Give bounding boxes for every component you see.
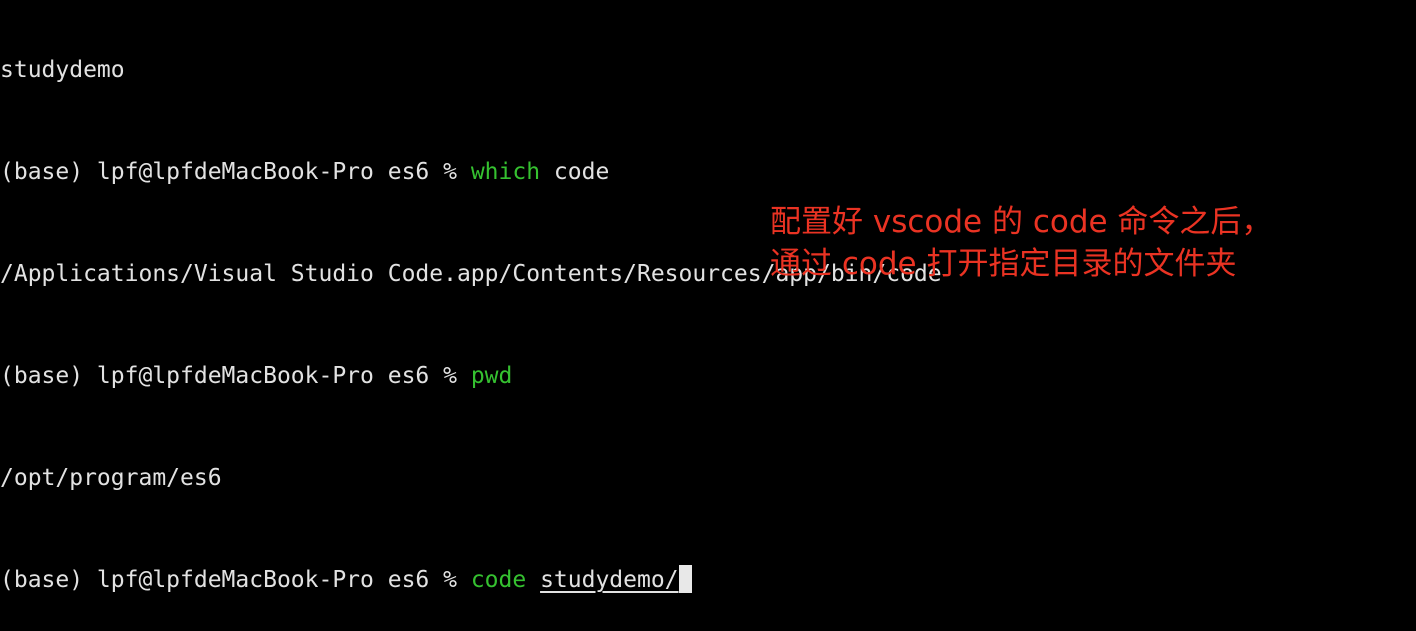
prompt-text: (base) lpf@lpfdeMacBook-Pro es6 % [0,363,471,389]
command-args-space [526,567,540,593]
output-text: /opt/program/es6 [0,465,222,491]
prompt-line: (base) lpf@lpfdeMacBook-Pro es6 % pwd [0,359,1416,393]
annotation-line-2: 通过 code 打开指定目录的文件夹 [770,246,1237,282]
output-line: /opt/program/es6 [0,461,1416,495]
output-text: studydemo [0,57,125,83]
path-argument[interactable]: studydemo/ [540,567,678,593]
output-line: studydemo [0,53,1416,87]
command-text: code [470,567,527,593]
command-args: code [540,159,610,185]
annotation-line-1: 配置好 vscode 的 code 命令之后， [770,204,1273,240]
prompt-text: (base) lpf@lpfdeMacBook-Pro es6 % [0,159,471,185]
prompt-line-active[interactable]: (base) lpf@lpfdeMacBook-Pro es6 % code s… [0,563,1416,597]
text-cursor [678,565,692,593]
prompt-line: (base) lpf@lpfdeMacBook-Pro es6 % which … [0,155,1416,189]
command-text: which [470,159,541,185]
prompt-text: (base) lpf@lpfdeMacBook-Pro es6 % [0,567,471,593]
terminal-output[interactable]: studydemo (base) lpf@lpfdeMacBook-Pro es… [0,0,1416,631]
command-text: pwd [470,363,513,389]
annotation-note: 配置好 vscode 的 code 命令之后， 通过 code 打开指定目录的文… [770,201,1410,285]
